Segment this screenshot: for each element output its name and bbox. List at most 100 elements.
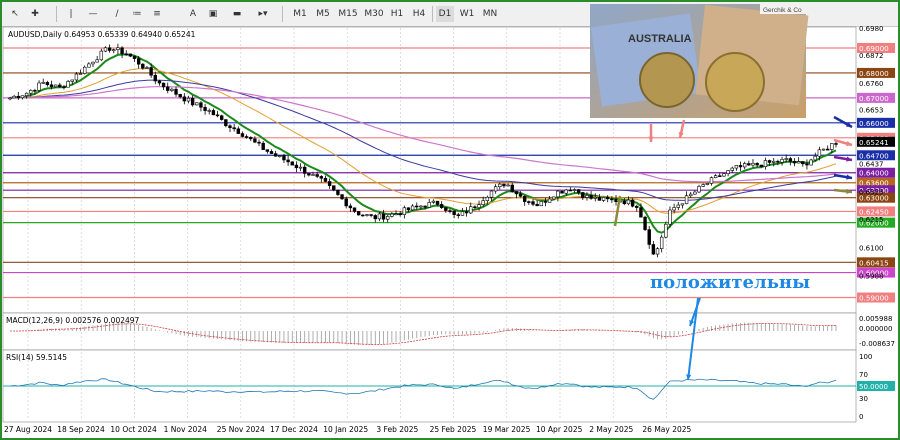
candle-body[interactable] [630,199,635,207]
candle-body[interactable] [772,160,776,163]
candle-body[interactable] [792,161,797,164]
candle-body[interactable] [809,159,813,166]
candle-body[interactable] [639,207,643,218]
candle-body[interactable] [498,183,502,187]
candle-body[interactable] [33,89,37,92]
candle-body[interactable] [626,199,631,205]
candle-body[interactable] [751,162,755,166]
candle-body[interactable] [776,160,780,163]
candle-body[interactable] [701,184,705,187]
candle-body[interactable] [199,102,203,108]
candle-body[interactable] [53,84,58,88]
candle-body[interactable] [780,159,784,163]
candle-body[interactable] [319,176,324,179]
candle-body[interactable] [606,197,610,200]
candle-body[interactable] [742,163,747,168]
candle-body[interactable] [70,79,74,82]
candle-body[interactable] [195,102,199,106]
candle-body[interactable] [107,47,112,51]
candle-body[interactable] [232,127,236,130]
candle-body[interactable] [655,248,660,255]
candle-body[interactable] [834,143,838,145]
candle-body[interactable] [394,213,398,216]
candle-body[interactable] [145,67,149,69]
candle-body[interactable] [211,110,216,116]
candle-body[interactable] [153,74,157,82]
candle-body[interactable] [303,166,307,174]
candle-body[interactable] [344,198,348,207]
candle-body[interactable] [311,174,315,176]
candle-body[interactable] [651,244,656,255]
candle-body[interactable] [116,47,120,51]
candle-body[interactable] [112,49,116,52]
candle-body[interactable] [95,59,99,63]
candle-body[interactable] [560,190,564,194]
candle-body[interactable] [738,165,743,168]
candle-body[interactable] [697,186,701,193]
candle-body[interactable] [556,190,560,198]
candle-body[interactable] [705,183,710,185]
candle-body[interactable] [66,81,70,88]
candle-body[interactable] [489,190,494,198]
candle-body[interactable] [726,170,730,174]
candle-body[interactable] [103,47,108,52]
candle-body[interactable] [796,161,801,164]
candle-body[interactable] [365,214,369,216]
candle-body[interactable] [290,161,294,166]
candle-body[interactable] [709,177,714,184]
candle-body[interactable] [718,175,722,177]
candle-body[interactable] [178,94,182,98]
candle-body[interactable] [502,183,506,187]
candle-body[interactable] [469,206,473,214]
candle-body[interactable] [265,149,270,152]
candle-body[interactable] [593,196,597,199]
candle-body[interactable] [817,149,822,157]
candle-body[interactable] [477,204,481,208]
candle-body[interactable] [755,162,759,166]
candle-body[interactable] [531,201,535,205]
candle-body[interactable] [203,106,207,111]
candle-body[interactable] [427,202,431,208]
candle-body[interactable] [585,195,589,198]
candle-body[interactable] [124,53,128,56]
candle-body[interactable] [788,158,793,162]
candle-body[interactable] [581,192,585,198]
candle-body[interactable] [406,207,411,211]
candle-body[interactable] [45,82,50,86]
candle-body[interactable] [132,55,137,59]
candle-body[interactable] [74,73,79,81]
candle-body[interactable] [734,165,739,169]
candle-body[interactable] [767,160,772,163]
candle-body[interactable] [219,115,224,120]
candle-body[interactable] [244,136,249,138]
candle-body[interactable] [460,211,465,216]
candle-body[interactable] [12,95,16,99]
candle-body[interactable] [257,141,261,144]
candle-body[interactable] [684,195,689,205]
candle-body[interactable] [273,153,278,157]
candle-body[interactable] [423,205,427,208]
candle-body[interactable] [439,204,444,208]
candle-body[interactable] [161,82,166,88]
candle-body[interactable] [514,191,519,195]
candle-body[interactable] [356,211,361,216]
candle-body[interactable] [759,164,763,168]
candle-body[interactable] [240,133,245,137]
candle-body[interactable] [672,207,676,211]
candle-body[interactable] [448,210,452,212]
candle-body[interactable] [539,201,543,207]
candle-body[interactable] [215,114,220,117]
candle-body[interactable] [62,86,66,89]
candle-body[interactable] [136,58,141,65]
candle-body[interactable] [730,167,734,171]
candle-body[interactable] [269,151,274,154]
candle-body[interactable] [552,196,556,200]
candle-body[interactable] [298,166,303,169]
candle-body[interactable] [78,73,83,75]
chart-canvas[interactable]: 0.005988 0.000000 -0.008637 100 70 50.0000 30… [0,0,900,440]
candle-body[interactable] [83,66,87,74]
candle-body[interactable] [361,214,365,217]
candle-body[interactable] [186,97,191,102]
candle-body[interactable] [419,205,423,208]
candle-body[interactable] [452,210,456,215]
